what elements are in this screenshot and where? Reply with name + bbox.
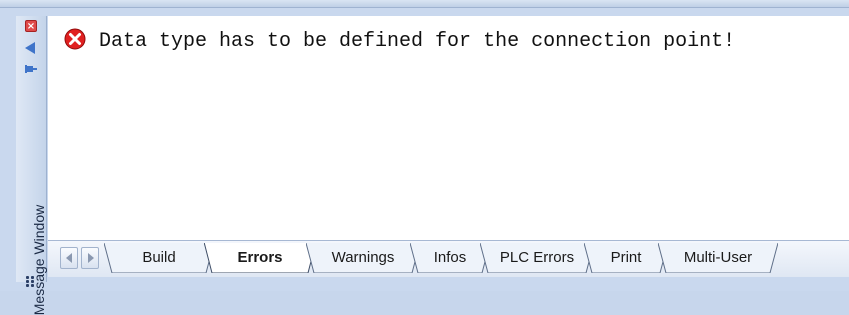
error-message-text: Data type has to be defined for the conn… <box>99 30 736 53</box>
window-top-border <box>0 0 849 8</box>
close-icon[interactable]: × <box>25 20 37 32</box>
window-sidebar: × Message Window <box>16 16 47 315</box>
tab-label: Multi-User <box>683 249 753 266</box>
message-window: × Message Window Data type has to be def… <box>0 0 849 315</box>
tab-label: Infos <box>433 249 467 266</box>
window-title: Message Window <box>31 204 47 315</box>
tab-scroll-right-button[interactable] <box>81 247 99 269</box>
tab-multi-user[interactable]: Multi-User <box>658 243 778 273</box>
arrow-left-icon[interactable] <box>25 42 35 54</box>
tab-warnings[interactable]: Warnings <box>306 243 420 273</box>
tab-label: Warnings <box>331 249 395 266</box>
tab-build[interactable]: Build <box>104 243 214 273</box>
tab-infos[interactable]: Infos <box>410 243 490 273</box>
pin-icon[interactable] <box>24 62 38 76</box>
chevron-left-icon <box>66 253 72 263</box>
tab-label: Build <box>142 249 176 266</box>
tab-scroll-left-button[interactable] <box>60 247 78 269</box>
tab-label: Errors <box>237 249 283 266</box>
grip-icon[interactable] <box>26 276 36 288</box>
tab-print[interactable]: Print <box>584 243 668 273</box>
tab-label: Print <box>610 249 642 266</box>
error-icon <box>64 28 86 50</box>
tab-label: PLC Errors <box>499 249 575 266</box>
tab-bar: Build Errors Warnings Infos PLC Errors P… <box>48 240 849 277</box>
chevron-right-icon <box>88 253 94 263</box>
message-list: Data type has to be defined for the conn… <box>48 16 849 256</box>
tab-plc-errors[interactable]: PLC Errors <box>480 243 594 273</box>
tab-errors[interactable]: Errors <box>204 243 316 273</box>
